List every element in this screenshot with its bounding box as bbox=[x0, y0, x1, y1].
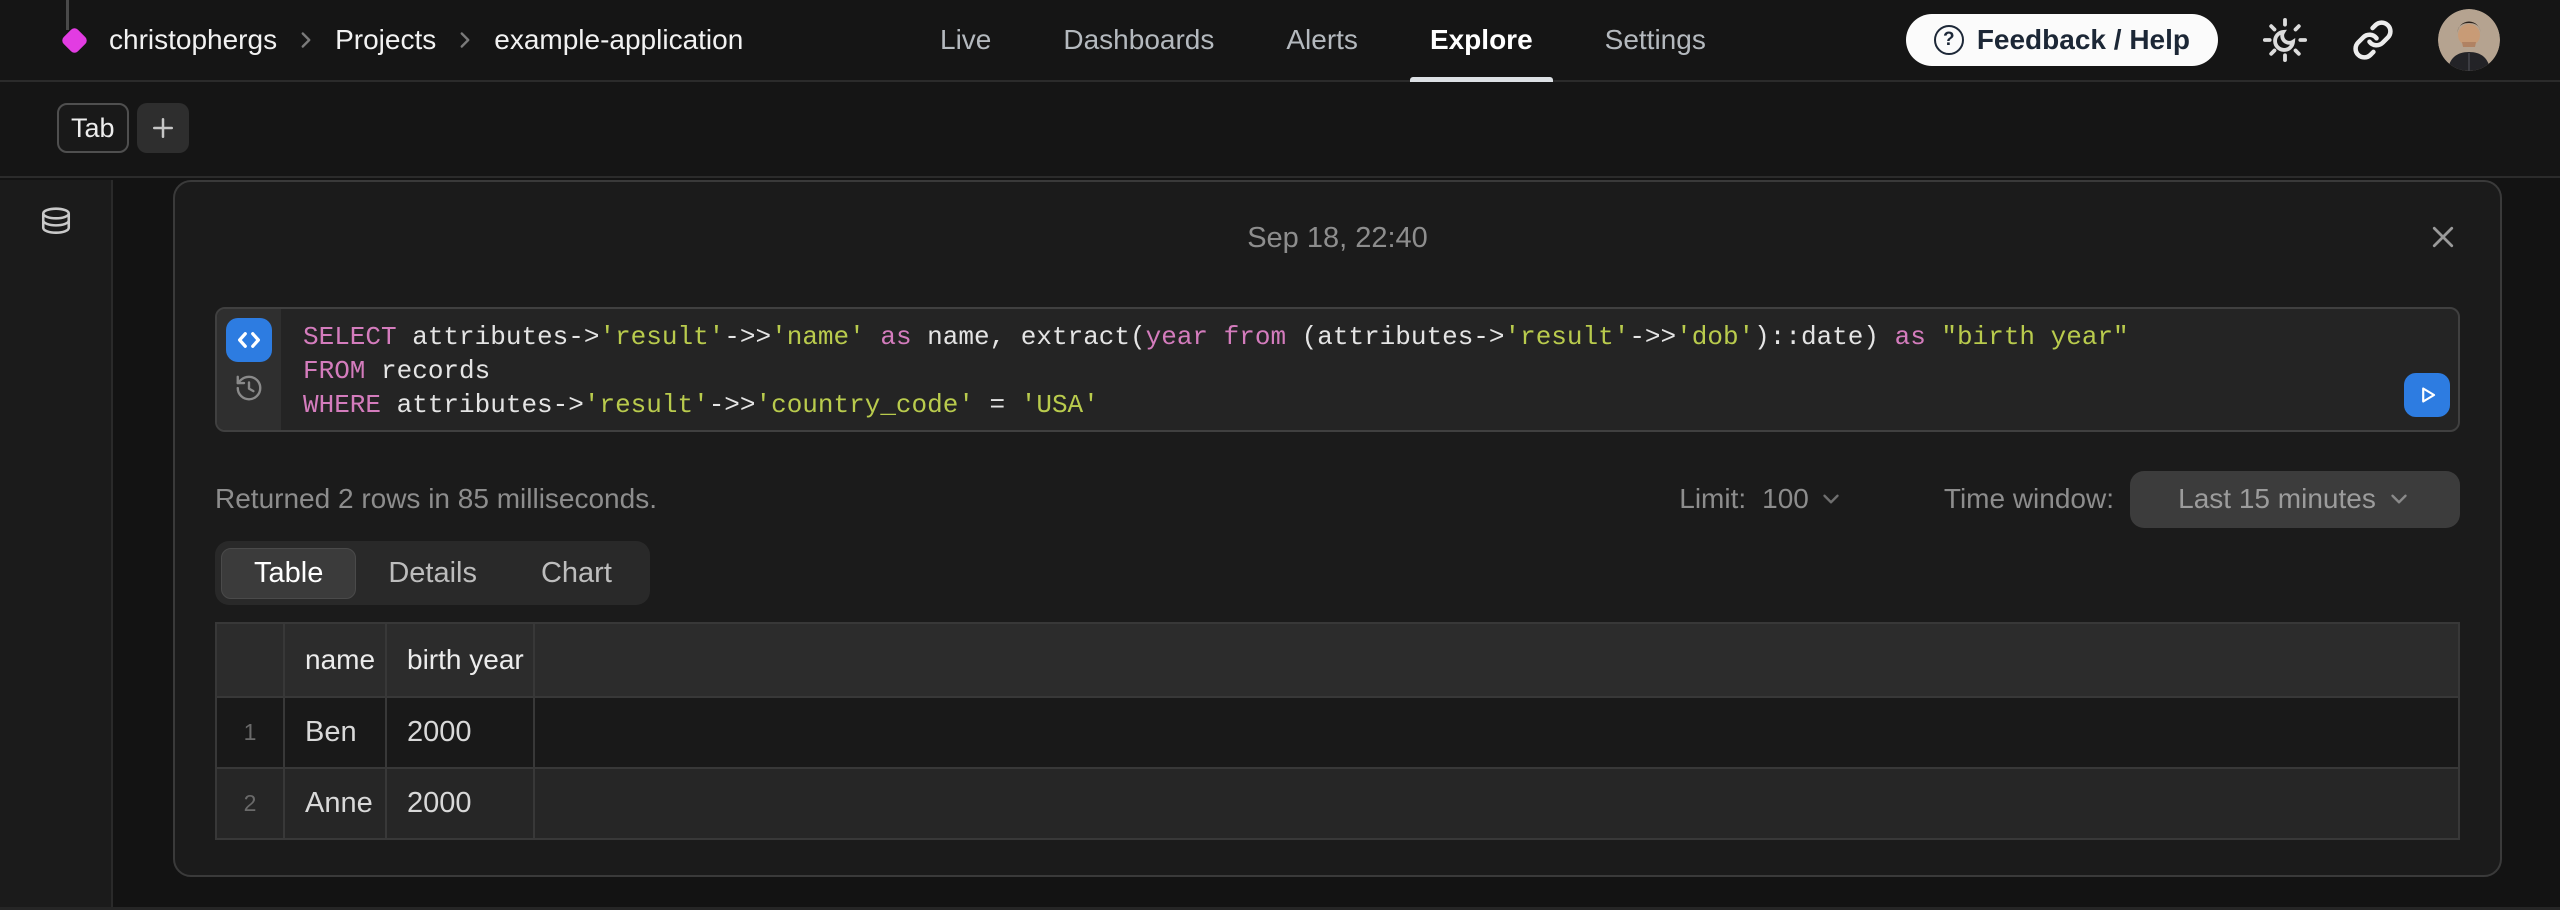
user-avatar[interactable] bbox=[2438, 9, 2500, 71]
results-table: namebirth year 1Ben20002Anne2000 bbox=[215, 622, 2460, 840]
time-window-label: Time window: bbox=[1944, 483, 2114, 515]
code-mode-button[interactable] bbox=[226, 318, 272, 362]
breadcrumb: christophergs Projects example-applicati… bbox=[56, 0, 743, 80]
sql-code-line: WHERE attributes->'result'->>'country_co… bbox=[303, 388, 2398, 422]
breadcrumb-project-name[interactable]: example-application bbox=[494, 24, 743, 56]
time-window-value: Last 15 minutes bbox=[2178, 483, 2376, 515]
logo-diamond-icon[interactable] bbox=[60, 26, 88, 54]
table-row: 2Anne2000 bbox=[216, 768, 2459, 839]
tab-bar: Tab bbox=[0, 82, 2560, 178]
left-sidebar bbox=[0, 180, 113, 910]
column-header-name: name bbox=[284, 623, 386, 697]
nav-item-live[interactable]: Live bbox=[940, 0, 991, 80]
sql-code-line: FROM records bbox=[303, 354, 2398, 388]
play-icon bbox=[2414, 382, 2440, 408]
breadcrumb-projects[interactable]: Projects bbox=[335, 24, 436, 56]
table-row: 1Ben2000 bbox=[216, 697, 2459, 768]
row-number: 1 bbox=[216, 697, 284, 768]
table-cell: 2000 bbox=[386, 768, 534, 839]
time-window-dropdown[interactable]: Last 15 minutes bbox=[2130, 471, 2460, 528]
share-link-icon[interactable] bbox=[2352, 19, 2394, 61]
top-nav-bar: christophergs Projects example-applicati… bbox=[0, 0, 2560, 82]
header-actions: ? Feedback / Help bbox=[1906, 0, 2500, 80]
limit-value: 100 bbox=[1762, 483, 1809, 515]
table-cell bbox=[534, 697, 2459, 768]
close-icon bbox=[2428, 222, 2458, 252]
query-timestamp: Sep 18, 22:40 bbox=[175, 222, 2500, 255]
main-nav: Live Dashboards Alerts Explore Settings bbox=[940, 0, 1706, 80]
add-tab-button[interactable] bbox=[137, 103, 189, 153]
table-cell: 2000 bbox=[386, 697, 534, 768]
column-header-empty bbox=[534, 623, 2459, 697]
result-summary: Returned 2 rows in 85 milliseconds. bbox=[215, 483, 657, 515]
theme-toggle-sun-moon-icon[interactable] bbox=[2262, 17, 2308, 63]
limit-dropdown[interactable]: 100 bbox=[1762, 483, 1844, 515]
chevron-down-icon bbox=[2386, 486, 2412, 512]
feedback-help-button[interactable]: ? Feedback / Help bbox=[1906, 14, 2218, 66]
database-icon[interactable] bbox=[38, 206, 74, 242]
question-circle-icon: ? bbox=[1934, 25, 1964, 55]
code-brackets-icon bbox=[234, 325, 264, 355]
nav-item-settings[interactable]: Settings bbox=[1605, 0, 1706, 80]
column-header-empty bbox=[216, 623, 284, 697]
query-panel: Sep 18, 22:40 SELECT a bbox=[173, 180, 2502, 877]
chevron-right-icon bbox=[452, 27, 478, 53]
history-clock-icon bbox=[234, 373, 264, 403]
view-tab-table[interactable]: Table bbox=[221, 548, 356, 599]
nav-item-alerts[interactable]: Alerts bbox=[1286, 0, 1358, 80]
table-cell: Anne bbox=[284, 768, 386, 839]
app-window: christophergs Projects example-applicati… bbox=[0, 0, 2560, 910]
table-header-row: namebirth year bbox=[216, 623, 2459, 697]
sql-query-text[interactable]: SELECT attributes->'result'->>'name' as … bbox=[281, 309, 2458, 430]
sql-code-line: SELECT attributes->'result'->>'name' as … bbox=[303, 320, 2398, 354]
view-tab-chart[interactable]: Chart bbox=[509, 548, 644, 599]
sql-editor: SELECT attributes->'result'->>'name' as … bbox=[215, 307, 2460, 432]
tab-button[interactable]: Tab bbox=[57, 103, 129, 153]
nav-item-explore[interactable]: Explore bbox=[1430, 0, 1533, 80]
plus-icon bbox=[148, 113, 178, 143]
close-panel-button[interactable] bbox=[2426, 220, 2460, 254]
limit-label: Limit: bbox=[1679, 483, 1746, 515]
table-cell bbox=[534, 768, 2459, 839]
feedback-help-label: Feedback / Help bbox=[1977, 24, 2190, 56]
chevron-down-icon bbox=[1818, 486, 1844, 512]
breadcrumb-org[interactable]: christophergs bbox=[109, 24, 277, 56]
row-number: 2 bbox=[216, 768, 284, 839]
view-switcher: TableDetailsChart bbox=[215, 541, 650, 605]
run-query-button[interactable] bbox=[2404, 373, 2450, 417]
query-history-button[interactable] bbox=[234, 373, 264, 403]
chevron-right-icon bbox=[293, 27, 319, 53]
query-controls: Limit: 100 Time window: Last 15 minutes bbox=[1679, 471, 2460, 528]
result-meta-row: Returned 2 rows in 85 milliseconds. Limi… bbox=[215, 469, 2460, 529]
table-cell: Ben bbox=[284, 697, 386, 768]
column-header-birth-year: birth year bbox=[386, 623, 534, 697]
sql-editor-gutter bbox=[217, 309, 281, 430]
view-tab-details[interactable]: Details bbox=[356, 548, 509, 599]
nav-item-dashboards[interactable]: Dashboards bbox=[1063, 0, 1214, 80]
